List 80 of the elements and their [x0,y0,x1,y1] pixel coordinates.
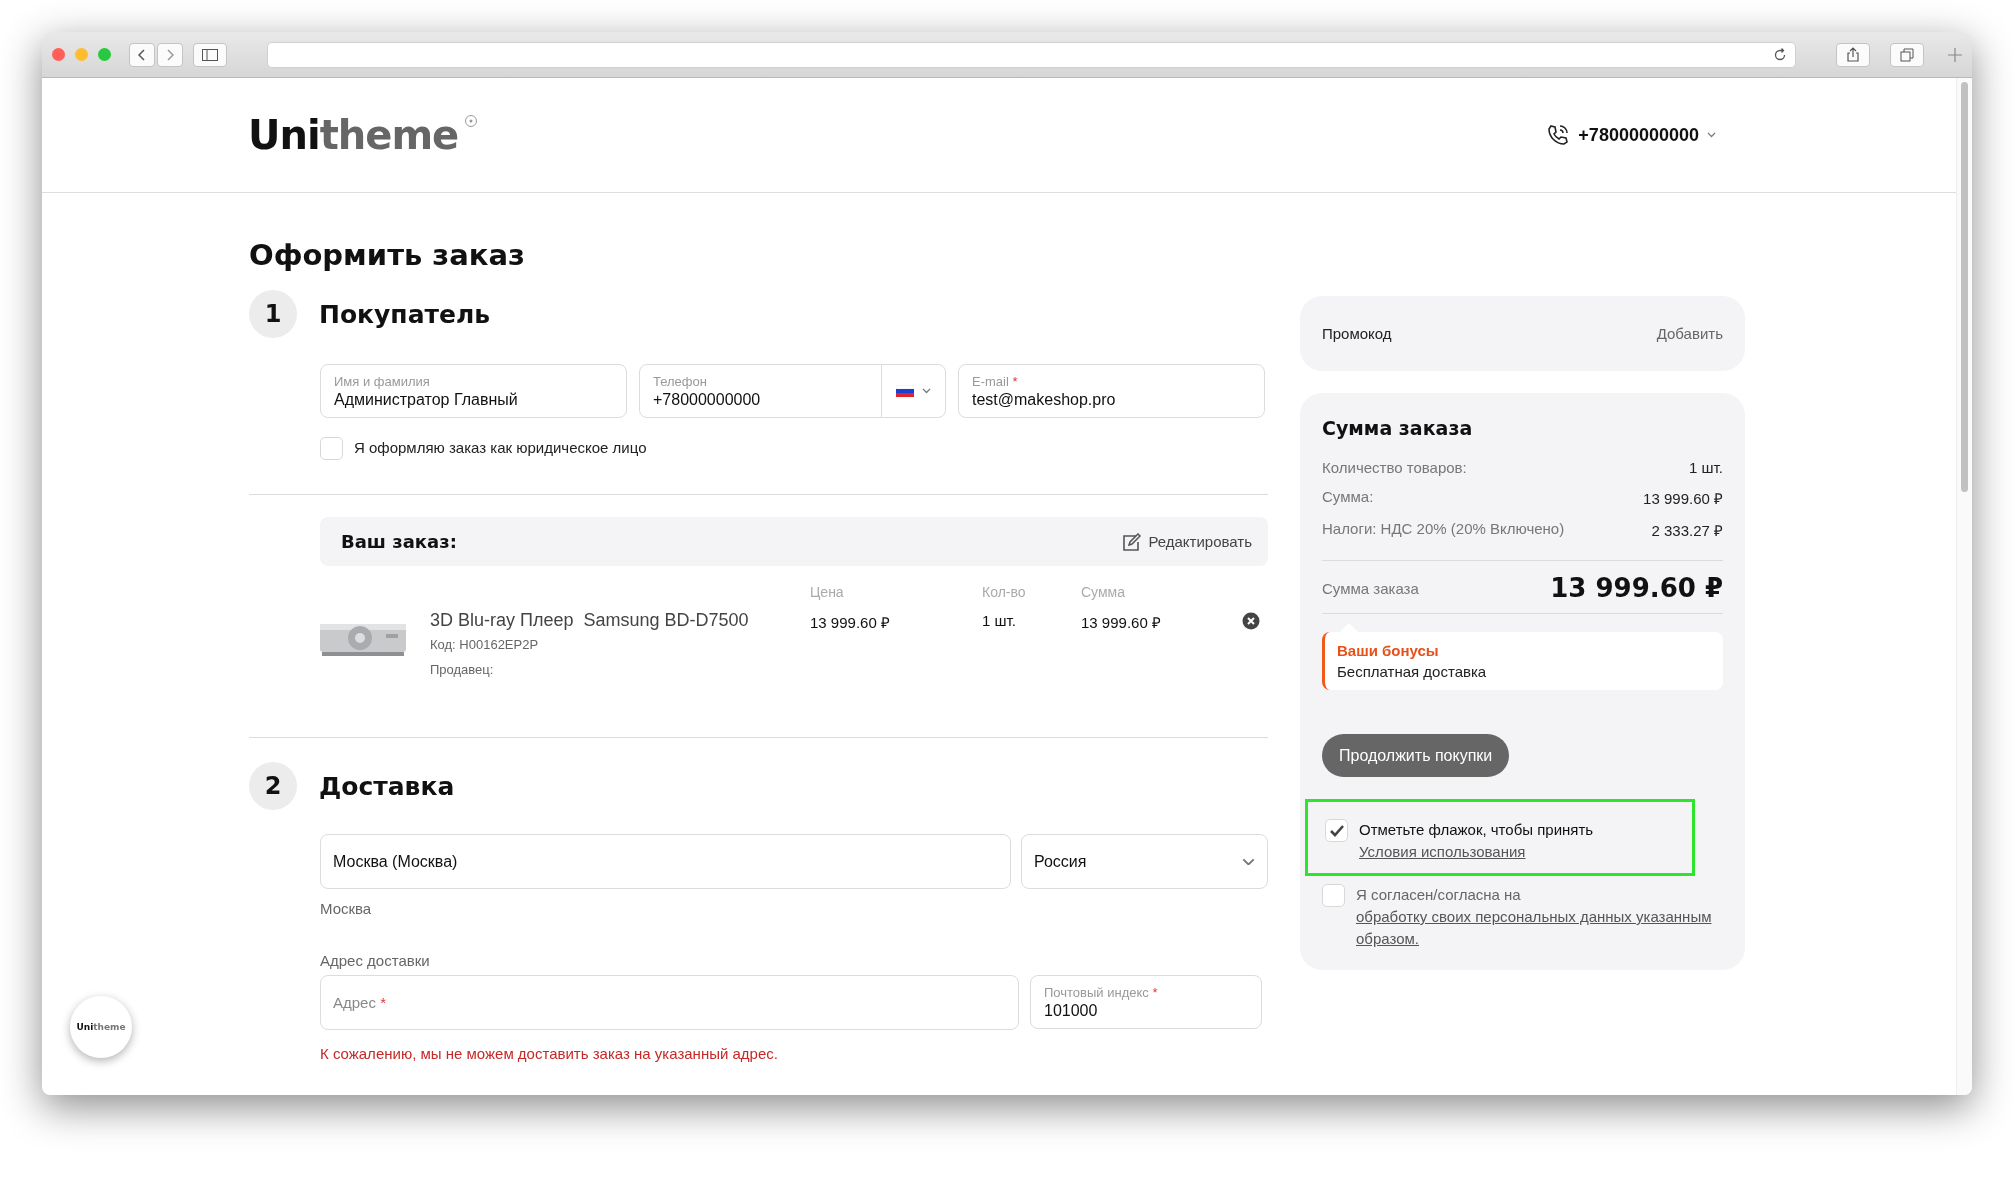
zoom-icon[interactable] [98,48,111,61]
sidebar-icon [202,48,218,61]
registered-icon [464,114,479,128]
required-mark: * [1012,373,1018,389]
summary-value: 1 шт. [1689,459,1723,476]
share-button[interactable] [1836,42,1870,67]
forward-button[interactable] [157,42,183,67]
section-title: Покупатель [319,299,491,329]
flag-icon [896,385,914,397]
edit-link[interactable]: Редактировать [1122,532,1252,551]
price: 13 999.60 ₽ [810,613,891,632]
field-heading: Адрес доставки [320,952,431,969]
continue-shopping-button[interactable]: Продолжить покупки [1322,734,1510,777]
scrollbar[interactable] [1961,82,1968,492]
summary-label: Сумма: [1322,488,1374,507]
floating-logo-button[interactable]: Unitheme [70,996,132,1058]
total-amount: 13 999.60 ₽ [1550,573,1723,603]
reload-icon[interactable] [1773,47,1787,62]
remove-button[interactable] [1242,612,1260,630]
phone-icon [1546,123,1571,147]
summary-value: 2 333.27 ₽ [1651,521,1723,540]
column-header: Кол-во [982,584,1027,600]
minimize-icon[interactable] [75,48,88,61]
input-field[interactable]: Имя и фамилия Администратор Главный [320,364,627,418]
phone-field[interactable]: Телефон +78000000000 [639,364,946,418]
back-button[interactable] [129,42,155,67]
checkbox-label: Я оформляю заказ как юридическое лицо [354,438,647,458]
error-message: К сожалению, мы не можем доставить заказ на указанный адрес. [320,1045,779,1062]
checkbox[interactable] [320,437,343,460]
product-code: Код: H00162EP2P [430,637,540,652]
order-heading: Ваш заказ: [341,531,457,552]
add-promo-link[interactable]: Добавить [1656,325,1723,342]
column-header: Цена [810,584,845,600]
zip-field[interactable]: Почтовый индекс * 101000 [1030,975,1262,1029]
logo[interactable]: Unitheme [248,112,479,158]
address-field[interactable]: Адрес * [320,975,1019,1030]
plus-icon[interactable] [1948,47,1962,62]
summary-label: Налоги: НДС 20% (20% Включено) [1322,520,1565,539]
chevron-down-icon [922,388,931,394]
checkmark-icon [1329,824,1344,837]
promo-label: Промокод [1322,325,1392,342]
terms-link[interactable]: Условия использования [1359,841,1526,863]
step-number: 2 [249,762,297,810]
chevron-left-icon [138,48,146,61]
input-field[interactable]: E-mail * test@makeshop.pro [958,364,1265,418]
phone-menu[interactable]: +78000000000 [1546,123,1716,147]
terms-link[interactable]: обработку своих персональных данных указанным образом. [1356,906,1723,950]
agreement-text: Я согласен/согласна на обработку своих персональных данных указанным образом. [1356,884,1723,950]
chevron-right-icon [166,48,174,61]
summary-title: Сумма заказа [1322,417,1474,439]
chevron-down-icon [1242,857,1255,866]
line-total: 13 999.60 ₽ [1081,613,1162,632]
bonus-text: Бесплатная доставка [1337,663,1488,680]
summary-value: 13 999.60 ₽ [1643,489,1723,508]
column-header: Сумма [1081,584,1126,600]
sidebar-button[interactable] [193,42,227,67]
city-note: Москва [320,900,373,917]
tabs-button[interactable] [1890,42,1924,67]
close-icon[interactable] [52,48,65,61]
seller-label: Продавец: [430,662,495,677]
edit-icon [1122,532,1143,551]
share-icon [1847,47,1859,62]
section-title: Доставка [319,771,455,801]
city-field[interactable]: Москва (Москва) [320,834,1011,889]
total-label: Сумма заказа [1322,579,1419,597]
agreement-text: Отметьте флажок, чтобы принять Условия использования [1359,819,1675,863]
product-name[interactable]: 3D Blu-ray Плеер Samsung BD-D7500 [430,610,810,631]
bonus-title: Ваши бонусы [1337,642,1440,659]
country-select[interactable]: Россия [1021,834,1268,889]
checkbox[interactable] [1322,884,1345,907]
checkbox[interactable] [1325,819,1348,842]
chevron-down-icon [1707,132,1716,138]
tabs-icon [1900,47,1914,62]
page-title: Оформить заказ [249,238,526,272]
close-icon [1242,612,1260,630]
step-number: 1 [249,290,297,338]
quantity: 1 шт. [982,612,1017,629]
summary-label: Количество товаров: [1322,459,1467,476]
required-mark: * [380,994,386,1011]
required-mark: * [1152,984,1158,1000]
